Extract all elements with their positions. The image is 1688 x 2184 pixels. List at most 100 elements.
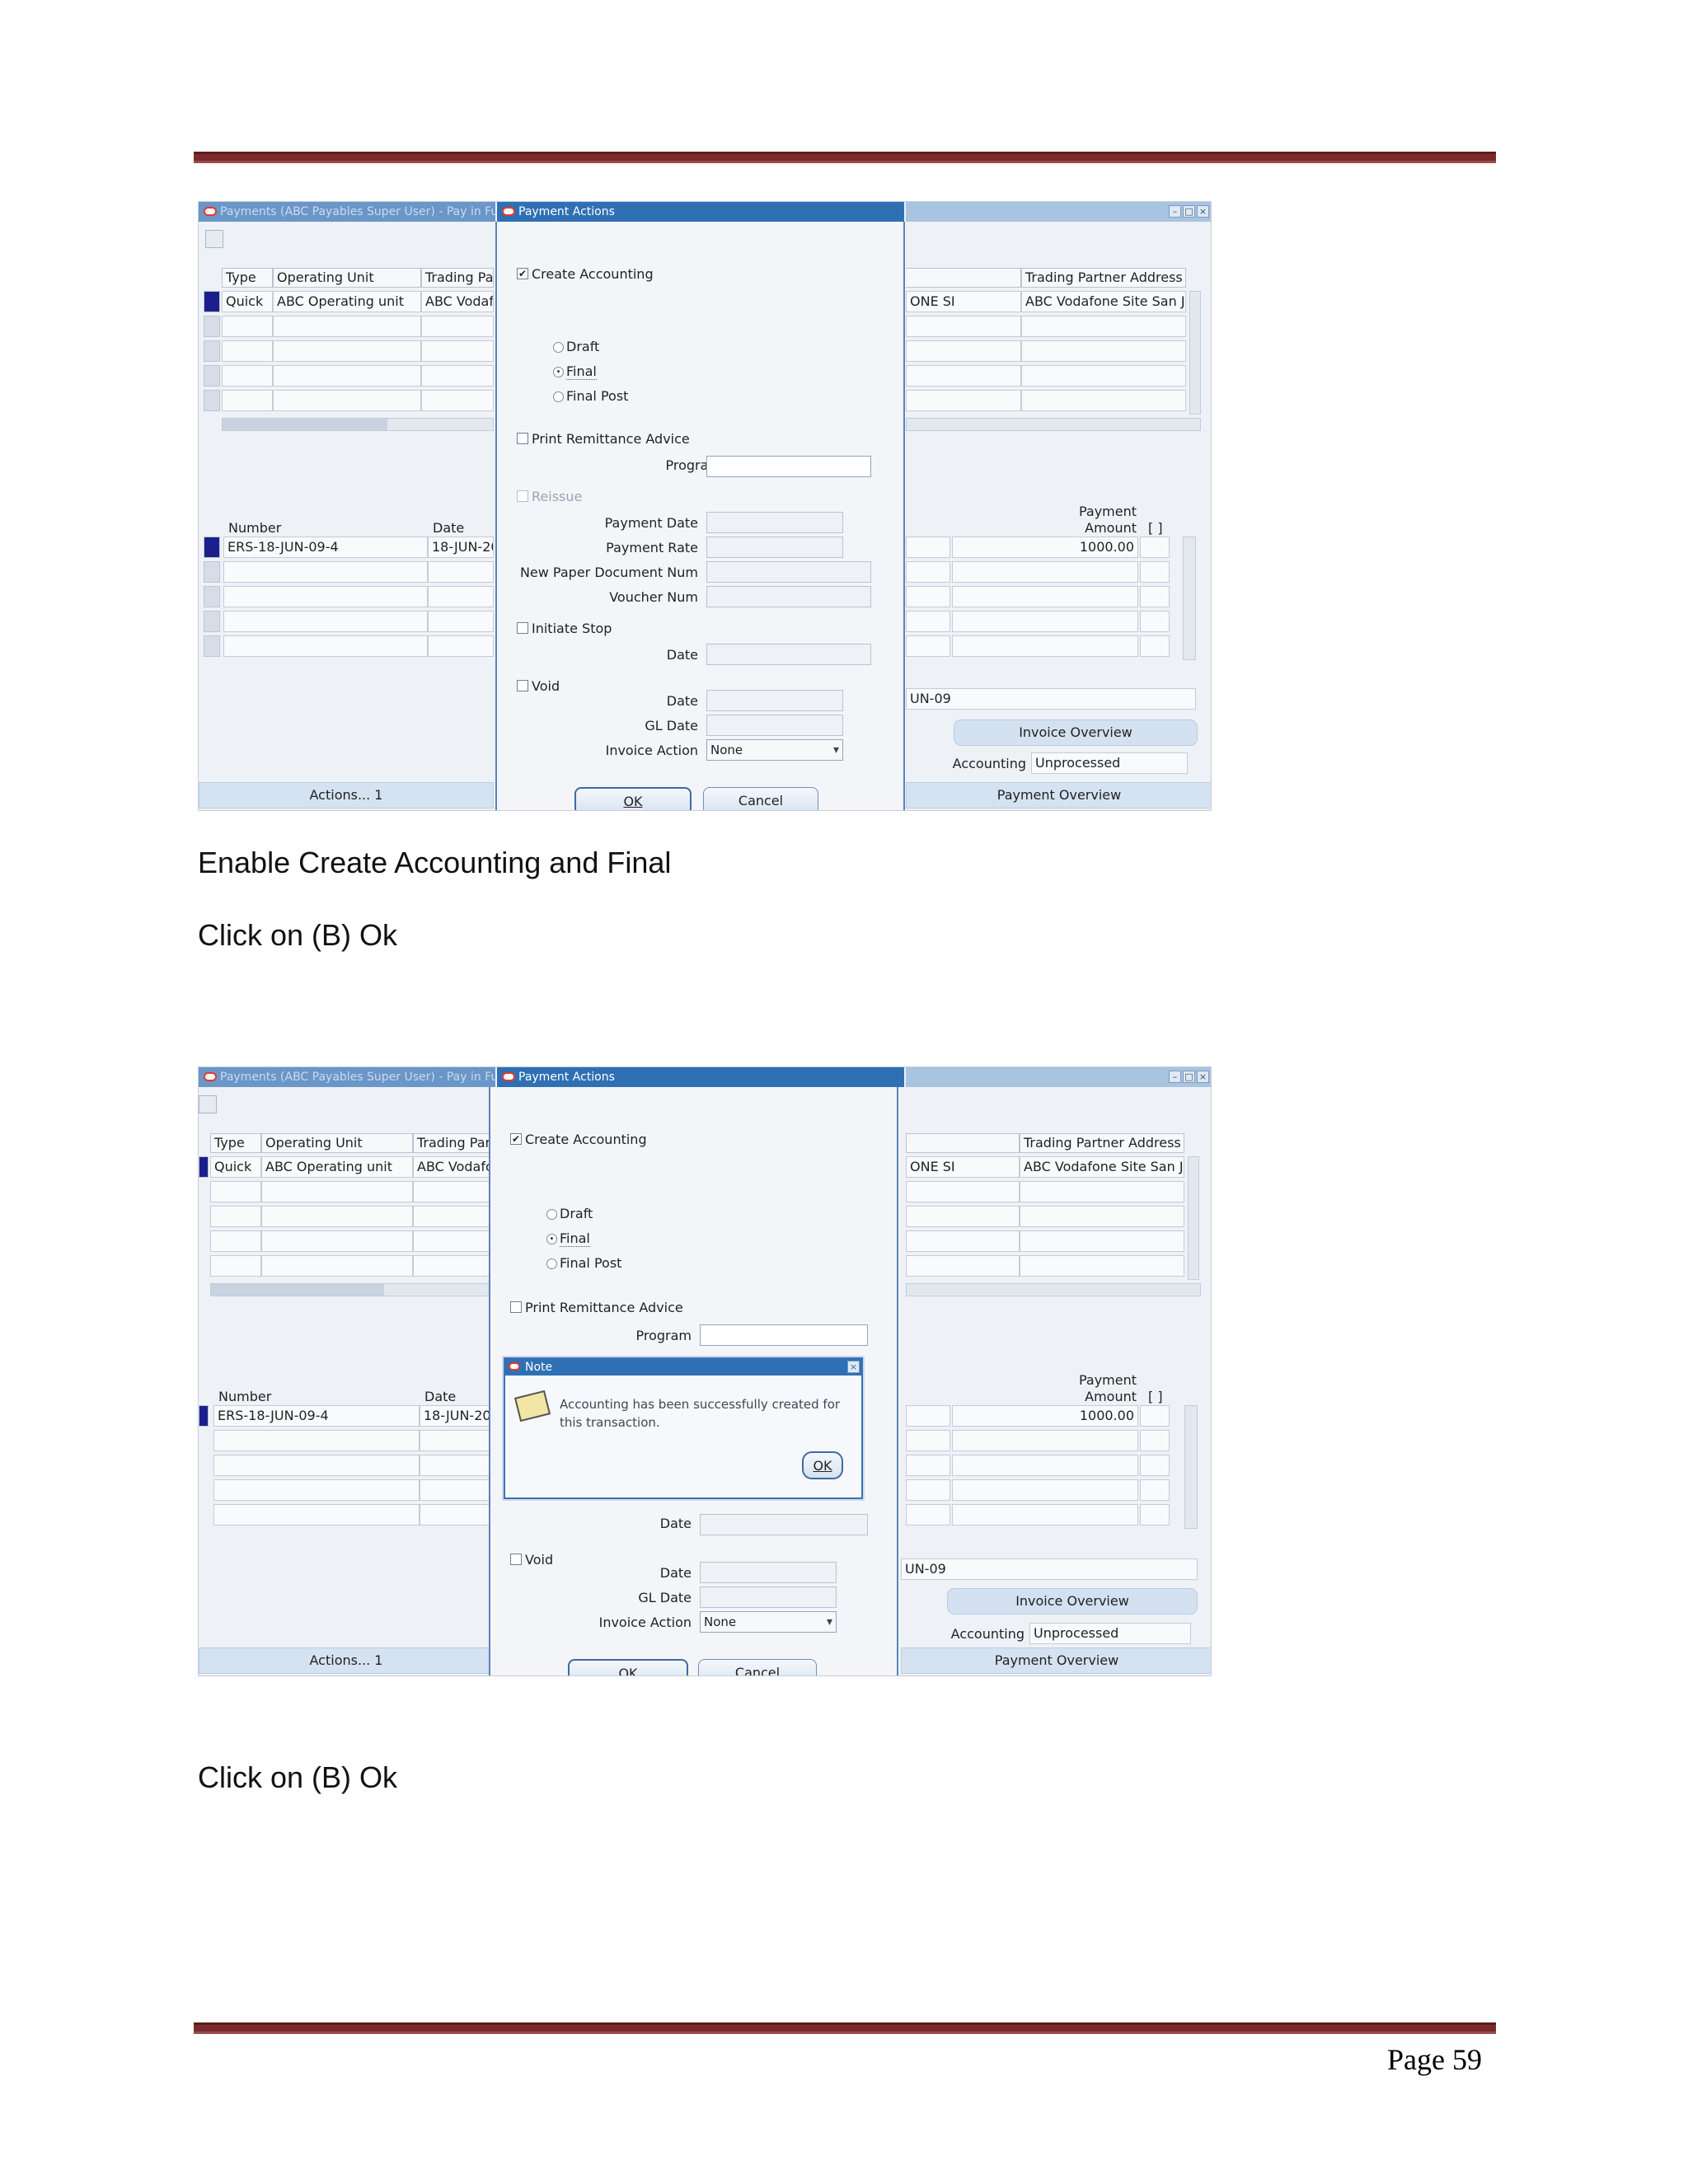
header-rule <box>194 152 1496 163</box>
cell-partial[interactable]: ONE SI <box>906 1156 1020 1178</box>
window-titlebar-right: – □ × <box>906 202 1211 222</box>
gl-date-field[interactable] <box>700 1586 837 1608</box>
payment-date-field[interactable] <box>706 512 843 533</box>
col-number: Number <box>228 520 282 536</box>
gl-date-field[interactable] <box>706 715 843 736</box>
stop-date-field[interactable] <box>706 644 871 665</box>
col-number: Number <box>218 1389 272 1404</box>
draft-radio[interactable] <box>553 342 564 353</box>
cell-payment-amount[interactable]: 1000.00 <box>952 537 1138 558</box>
payment-overview-button[interactable]: Payment Overview <box>906 782 1211 808</box>
row-selector[interactable] <box>199 1156 209 1178</box>
ok-button[interactable]: OK <box>568 1659 688 1675</box>
close-icon[interactable]: × <box>847 1361 860 1373</box>
cell-invoice-number[interactable]: ERS-18-JUN-09-4 <box>213 1405 420 1427</box>
final-radio[interactable]: • <box>553 367 564 377</box>
cancel-label: Cancel <box>738 793 784 808</box>
minimize-icon[interactable]: – <box>1169 1071 1181 1083</box>
maximize-icon[interactable]: □ <box>1183 205 1195 218</box>
cell-trading-partner-address[interactable]: ABC Vodafone Site San J <box>1020 1156 1184 1178</box>
reissue-checkbox[interactable] <box>517 490 528 502</box>
cell-invoice-number[interactable]: ERS-18-JUN-09-4 <box>223 537 428 558</box>
payments-right-panel: Trading Partner Address ONE SI ABC Vodaf… <box>901 1087 1211 1675</box>
draft-label: Draft <box>560 1206 593 1221</box>
cell-payment-amount[interactable]: 1000.00 <box>952 1405 1138 1427</box>
dialog-title-text: Payment Actions <box>518 1071 615 1084</box>
note-ok-label: OK <box>813 1458 832 1474</box>
create-accounting-checkbox[interactable]: ✔ <box>510 1133 522 1145</box>
close-icon[interactable]: × <box>1197 205 1209 218</box>
invoice-overview-button[interactable]: Invoice Overview <box>947 1588 1198 1615</box>
cell-trading-partner[interactable]: ABC Vodafo <box>413 1156 494 1178</box>
cancel-button[interactable]: Cancel <box>698 1659 817 1675</box>
payment-overview-label: Payment Overview <box>994 1652 1119 1668</box>
screenshot-2: Payments (ABC Payables Super User) - Pay… <box>198 1066 1212 1676</box>
print-remittance-checkbox[interactable] <box>510 1301 522 1313</box>
vertical-scrollbar[interactable] <box>1189 291 1201 415</box>
note-icon <box>513 1390 551 1422</box>
minimize-icon[interactable]: – <box>1169 205 1181 218</box>
invoice-action-select[interactable]: None <box>706 739 843 761</box>
row-selector[interactable] <box>204 291 220 312</box>
invoice-overview-button[interactable]: Invoice Overview <box>954 719 1198 746</box>
cell-trading-partner[interactable]: ABC Vodafo <box>421 291 494 312</box>
final-post-radio[interactable] <box>546 1258 557 1269</box>
payments-window-title: Payments (ABC Payables Super User) - Pay… <box>199 202 495 222</box>
note-ok-button[interactable]: OK <box>802 1451 843 1479</box>
amount-label: Amount <box>1085 520 1137 536</box>
print-remittance-checkbox[interactable] <box>517 433 528 444</box>
attachment-icon[interactable] <box>199 1095 217 1113</box>
cancel-button[interactable]: Cancel <box>703 787 818 810</box>
horizontal-scrollbar-right[interactable] <box>906 418 1201 431</box>
actions-button[interactable]: Actions... 1 <box>199 782 494 808</box>
final-radio[interactable]: • <box>546 1234 557 1244</box>
create-accounting-checkbox[interactable]: ✔ <box>517 268 528 279</box>
horizontal-scrollbar[interactable] <box>210 1283 494 1296</box>
cell-operating-unit[interactable]: ABC Operating unit <box>261 1156 413 1178</box>
maximize-icon[interactable]: □ <box>1183 1071 1195 1083</box>
cell-operating-unit[interactable]: ABC Operating unit <box>273 291 421 312</box>
ok-button[interactable]: OK <box>574 787 692 810</box>
screenshot-1: Payments (ABC Payables Super User) - Pay… <box>198 201 1212 811</box>
initiate-stop-label: Initiate Stop <box>532 621 612 636</box>
horizontal-scrollbar[interactable] <box>222 418 494 431</box>
program-field[interactable] <box>706 456 871 477</box>
initiate-stop-checkbox[interactable] <box>517 622 528 634</box>
voucher-num-field[interactable] <box>706 586 871 607</box>
void-date-field[interactable] <box>706 690 843 711</box>
col-date: Date <box>433 520 465 536</box>
cell-type[interactable]: Quick <box>222 291 273 312</box>
program-field[interactable] <box>700 1324 868 1346</box>
note-titlebar: Note × <box>505 1359 861 1376</box>
stop-date-field[interactable] <box>700 1514 868 1535</box>
payment-rate-field[interactable] <box>706 537 843 558</box>
void-date-label: Date <box>666 693 698 709</box>
invoice-row-selector[interactable] <box>204 537 220 558</box>
draft-radio[interactable] <box>546 1209 557 1220</box>
attachment-icon[interactable] <box>205 230 223 248</box>
accounting-status-field: Unprocessed <box>1029 1623 1191 1644</box>
new-paper-doc-field[interactable] <box>706 561 871 583</box>
invoice-vertical-scrollbar[interactable] <box>1184 1405 1198 1529</box>
horizontal-scrollbar-right[interactable] <box>906 1283 1201 1296</box>
cell-partial-date[interactable]: UN-09 <box>901 1558 1198 1580</box>
vertical-scrollbar[interactable] <box>1188 1156 1199 1280</box>
print-remittance-label: Print Remittance Advice <box>525 1300 683 1315</box>
invoice-vertical-scrollbar[interactable] <box>1183 537 1196 660</box>
invoice-action-select[interactable]: None <box>700 1611 837 1633</box>
payment-actions-title: Payment Actions <box>497 202 904 222</box>
actions-button[interactable]: Actions... 1 <box>199 1647 494 1674</box>
invoice-row-selector[interactable] <box>199 1405 209 1427</box>
void-checkbox[interactable] <box>517 680 528 691</box>
cell-partial[interactable]: ONE SI <box>906 291 1021 312</box>
void-checkbox[interactable] <box>510 1554 522 1565</box>
cell-trading-partner-address[interactable]: ABC Vodafone Site San J <box>1021 291 1186 312</box>
cell-partial-date[interactable]: UN-09 <box>906 688 1196 710</box>
cell-type[interactable]: Quick <box>210 1156 261 1178</box>
cell-invoice-date[interactable]: 18-JUN-20 <box>428 537 494 558</box>
final-post-radio[interactable] <box>553 391 564 402</box>
payment-overview-button[interactable]: Payment Overview <box>901 1647 1211 1674</box>
close-icon[interactable]: × <box>1197 1071 1209 1083</box>
cell-invoice-date[interactable]: 18-JUN-20 <box>420 1405 494 1427</box>
void-date-field[interactable] <box>700 1562 837 1583</box>
